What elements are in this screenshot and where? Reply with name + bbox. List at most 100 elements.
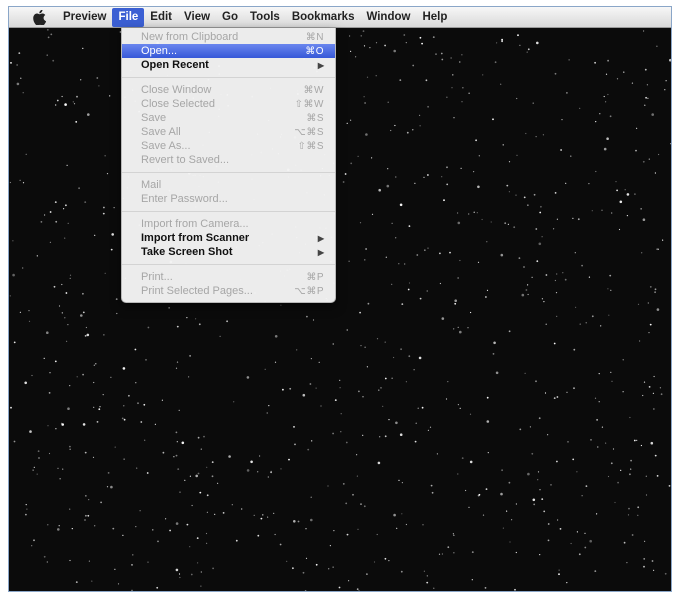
star — [601, 209, 603, 211]
star — [445, 398, 448, 400]
star — [109, 95, 111, 97]
star — [457, 277, 459, 279]
star — [43, 555, 46, 558]
star — [395, 237, 397, 239]
star — [206, 511, 208, 513]
star — [646, 84, 649, 86]
menu-window[interactable]: Window — [360, 8, 416, 27]
star — [58, 525, 60, 527]
menu-item-open[interactable]: Open... ⌘O — [122, 44, 335, 58]
menu-preview[interactable]: Preview — [57, 8, 112, 27]
menu-item-print-selected-pages[interactable]: Print Selected Pages... ⌥⌘P — [122, 284, 335, 298]
star — [352, 493, 354, 496]
star — [533, 193, 536, 196]
star — [102, 212, 105, 215]
menu-tools[interactable]: Tools — [244, 8, 286, 27]
star — [426, 290, 428, 292]
star — [137, 402, 139, 405]
star — [350, 50, 352, 52]
star — [470, 311, 472, 314]
star — [264, 368, 266, 370]
star — [362, 434, 364, 436]
star — [616, 78, 619, 80]
star — [200, 448, 202, 450]
menu-item-import-from-scanner[interactable]: Import from Scanner ▶ — [122, 231, 335, 245]
star — [360, 503, 362, 505]
star — [607, 475, 610, 478]
star — [637, 303, 640, 305]
star — [647, 97, 649, 99]
star — [387, 101, 389, 103]
star — [607, 93, 609, 96]
star — [427, 247, 429, 249]
star — [622, 391, 624, 393]
star — [198, 323, 201, 326]
menu-item-save[interactable]: Save ⌘S — [122, 111, 335, 125]
menu-item-save-all[interactable]: Save All ⌥⌘S — [122, 125, 335, 139]
star — [176, 325, 179, 328]
star — [52, 59, 55, 62]
star — [64, 237, 66, 239]
star — [233, 401, 235, 403]
star — [628, 507, 630, 510]
star — [38, 457, 40, 459]
star — [424, 249, 426, 251]
star — [200, 571, 202, 573]
menu-item-new-from-clipboard[interactable]: New from Clipboard ⌘N — [122, 30, 335, 44]
star — [92, 456, 95, 458]
star — [566, 92, 568, 94]
menu-item-revert-to-saved[interactable]: Revert to Saved... — [122, 153, 335, 167]
star — [390, 129, 392, 132]
star — [388, 560, 390, 562]
star — [481, 218, 483, 221]
menu-item-close-selected[interactable]: Close Selected ⇧⌘W — [122, 97, 335, 111]
menu-file[interactable]: File — [112, 7, 145, 27]
star — [421, 406, 424, 409]
star — [91, 580, 93, 582]
star — [288, 458, 290, 461]
star — [110, 485, 113, 489]
star — [69, 508, 71, 510]
star — [115, 298, 118, 300]
star — [526, 51, 528, 53]
star — [446, 183, 449, 186]
apple-icon[interactable] — [31, 9, 47, 25]
star — [76, 95, 78, 98]
star — [297, 520, 300, 523]
star — [570, 542, 572, 545]
star — [250, 460, 253, 464]
star — [384, 44, 386, 47]
star — [178, 573, 181, 575]
star — [423, 176, 425, 178]
star — [516, 97, 518, 100]
menu-item-open-recent[interactable]: Open Recent ▶ — [122, 58, 335, 72]
star — [654, 172, 657, 174]
menu-item-import-from-camera[interactable]: Import from Camera... — [122, 217, 335, 231]
menu-item-label: Save As... — [141, 140, 191, 152]
star — [531, 276, 533, 278]
star — [31, 545, 33, 547]
star — [145, 359, 147, 361]
menu-item-take-screen-shot[interactable]: Take Screen Shot ▶ — [122, 245, 335, 259]
menu-view[interactable]: View — [178, 8, 216, 27]
star — [579, 323, 581, 325]
star — [391, 222, 393, 224]
star — [467, 327, 469, 329]
menu-bookmarks[interactable]: Bookmarks — [286, 8, 361, 27]
menu-item-mail[interactable]: Mail — [122, 178, 335, 192]
star — [614, 501, 616, 504]
star — [9, 295, 11, 297]
star — [302, 393, 306, 397]
menu-item-enter-password[interactable]: Enter Password... — [122, 192, 335, 206]
star — [459, 259, 461, 262]
star — [102, 394, 104, 396]
star — [22, 182, 25, 184]
menu-item-save-as[interactable]: Save As... ⇧⌘S — [122, 139, 335, 153]
menu-help[interactable]: Help — [416, 8, 453, 27]
star — [403, 34, 406, 36]
star — [366, 366, 368, 368]
menu-item-print[interactable]: Print... ⌘P — [122, 270, 335, 284]
menu-go[interactable]: Go — [216, 8, 244, 27]
menu-item-close-window[interactable]: Close Window ⌘W — [122, 83, 335, 97]
menu-edit[interactable]: Edit — [144, 8, 178, 27]
